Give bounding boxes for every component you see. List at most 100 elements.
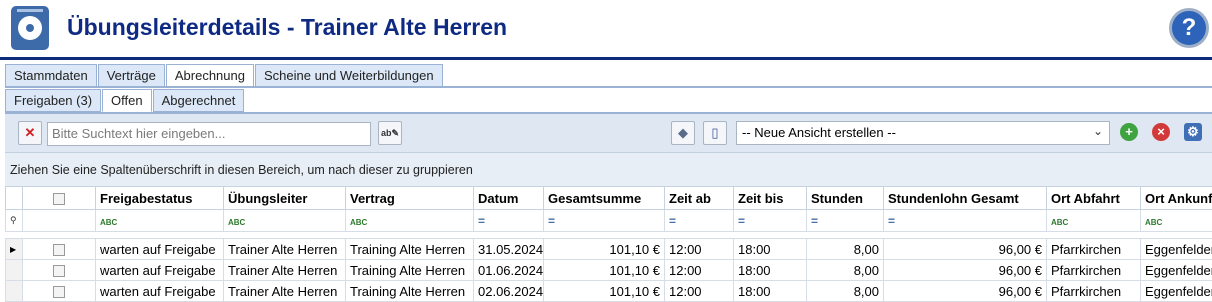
filter-row: ⚲ ABC ABC ABC = = = = = = ABC ABC bbox=[6, 210, 1212, 232]
col-ort-abfahrt[interactable]: Ort Abfahrt bbox=[1047, 187, 1141, 210]
cell-leiter: Trainer Alte Herren bbox=[224, 260, 346, 281]
filter-equals-icon: = bbox=[669, 214, 676, 228]
cell-status: warten auf Freigabe bbox=[96, 281, 224, 302]
col-stundenlohn[interactable]: Stundenlohn Gesamt bbox=[884, 187, 1047, 210]
cell-stunden: 8,00 bbox=[807, 239, 884, 260]
filter-cell[interactable]: = bbox=[807, 210, 884, 232]
add-icon[interactable]: + bbox=[1120, 123, 1138, 141]
cell-abfahrt: Pfarrkirchen bbox=[1047, 281, 1141, 302]
settings-icon[interactable]: ⚙ bbox=[1184, 123, 1202, 141]
tab-divider bbox=[5, 86, 1212, 88]
col-zeit-ab[interactable]: Zeit ab bbox=[665, 187, 734, 210]
spellcheck-icon[interactable]: ab✎ bbox=[378, 121, 402, 145]
current-row-arrow-icon: ▶ bbox=[6, 239, 23, 260]
row-checkbox[interactable] bbox=[23, 281, 96, 302]
row-indicator bbox=[6, 281, 23, 302]
col-uebungsleiter[interactable]: Übungsleiter bbox=[224, 187, 346, 210]
chevron-down-icon: ⌄ bbox=[1093, 124, 1103, 138]
tab-abgerechnet[interactable]: Abgerechnet bbox=[153, 89, 245, 112]
filter-abc-icon: ABC bbox=[1145, 218, 1162, 227]
filter-cell[interactable]: ABC bbox=[224, 210, 346, 232]
cell-ankunft: Eggenfelden bbox=[1141, 281, 1212, 302]
col-ort-ankunft[interactable]: Ort Ankunft bbox=[1141, 187, 1212, 210]
col-datum[interactable]: Datum bbox=[474, 187, 544, 210]
cell-ankunft: Eggenfelden bbox=[1141, 260, 1212, 281]
tab-scheine[interactable]: Scheine und Weiterbildungen bbox=[255, 64, 443, 87]
filter-abc-icon: ABC bbox=[1051, 218, 1068, 227]
spacer-row bbox=[6, 232, 1212, 239]
tab-stammdaten[interactable]: Stammdaten bbox=[5, 64, 97, 87]
cell-status: warten auf Freigabe bbox=[96, 260, 224, 281]
cell-summe: 101,10 € bbox=[544, 281, 665, 302]
filter-cell[interactable]: = bbox=[474, 210, 544, 232]
cell-zeit-bis: 18:00 bbox=[734, 239, 807, 260]
select-all-checkbox[interactable] bbox=[23, 187, 96, 210]
group-panel[interactable]: Ziehen Sie eine Spaltenüberschrift in di… bbox=[5, 152, 1212, 187]
filter-cell[interactable]: ABC bbox=[346, 210, 474, 232]
filter-cell[interactable]: = bbox=[734, 210, 807, 232]
tab-abrechnung[interactable]: Abrechnung bbox=[166, 64, 254, 87]
filter-equals-icon: = bbox=[738, 214, 745, 228]
cell-abfahrt: Pfarrkirchen bbox=[1047, 239, 1141, 260]
cell-datum: 01.06.2024 bbox=[474, 260, 544, 281]
data-grid: Freigabestatus Übungsleiter Vertrag Datu… bbox=[5, 186, 1212, 302]
filter-cell[interactable]: ABC bbox=[1141, 210, 1212, 232]
col-stunden[interactable]: Stunden bbox=[807, 187, 884, 210]
sub-tabs: Freigaben (3) Offen Abgerechnet bbox=[5, 89, 245, 111]
col-vertrag[interactable]: Vertrag bbox=[346, 187, 474, 210]
table-row[interactable]: ▶ warten auf Freigabe Trainer Alte Herre… bbox=[6, 239, 1212, 260]
filter-cell[interactable]: = bbox=[665, 210, 734, 232]
search-input[interactable]: Bitte Suchtext hier eingeben... bbox=[47, 122, 371, 146]
filter-equals-icon: = bbox=[888, 214, 895, 228]
cell-stunden: 8,00 bbox=[807, 281, 884, 302]
row-indicator-header bbox=[6, 187, 23, 210]
row-indicator bbox=[6, 260, 23, 281]
cell-datum: 02.06.2024 bbox=[474, 281, 544, 302]
tab-vertraege[interactable]: Verträge bbox=[98, 64, 165, 87]
cell-ankunft: Eggenfelden bbox=[1141, 239, 1212, 260]
row-checkbox[interactable] bbox=[23, 260, 96, 281]
clear-icon[interactable]: ✕ bbox=[18, 121, 42, 145]
cell-lohn: 96,00 € bbox=[884, 239, 1047, 260]
tab-offen[interactable]: Offen bbox=[102, 89, 152, 112]
col-gesamtsumme[interactable]: Gesamtsumme bbox=[544, 187, 665, 210]
row-checkbox[interactable] bbox=[23, 239, 96, 260]
table-row[interactable]: warten auf Freigabe Trainer Alte Herren … bbox=[6, 260, 1212, 281]
col-freigabestatus[interactable]: Freigabestatus bbox=[96, 187, 224, 210]
book-icon[interactable]: ▯ bbox=[703, 121, 727, 145]
cell-vertrag: Training Alte Herren bbox=[346, 260, 474, 281]
cell-zeit-bis: 18:00 bbox=[734, 281, 807, 302]
group-hint: Ziehen Sie eine Spaltenüberschrift in di… bbox=[10, 163, 473, 177]
filter-cell bbox=[23, 210, 96, 232]
cell-summe: 101,10 € bbox=[544, 260, 665, 281]
main-tabs: Stammdaten Verträge Abrechnung Scheine u… bbox=[5, 64, 444, 86]
cell-leiter: Trainer Alte Herren bbox=[224, 281, 346, 302]
filter-abc-icon: ABC bbox=[100, 218, 117, 227]
page-title: Übungsleiterdetails - Trainer Alte Herre… bbox=[67, 14, 507, 41]
filter-cell[interactable]: ABC bbox=[96, 210, 224, 232]
filter-pin-icon: ⚲ bbox=[6, 210, 23, 232]
view-select-value: -- Neue Ansicht erstellen -- bbox=[742, 125, 896, 140]
delete-icon[interactable]: × bbox=[1152, 123, 1170, 141]
help-icon[interactable]: ? bbox=[1169, 8, 1209, 48]
filter-equals-icon: = bbox=[478, 214, 485, 228]
filter-cell[interactable]: = bbox=[544, 210, 665, 232]
layers-icon[interactable]: ◆ bbox=[671, 121, 695, 145]
cell-zeit-ab: 12:00 bbox=[665, 239, 734, 260]
cell-lohn: 96,00 € bbox=[884, 281, 1047, 302]
view-select[interactable]: -- Neue Ansicht erstellen -- ⌄ bbox=[736, 121, 1110, 145]
filter-cell[interactable]: = bbox=[884, 210, 1047, 232]
filter-equals-icon: = bbox=[811, 214, 818, 228]
filter-abc-icon: ABC bbox=[350, 218, 367, 227]
search-placeholder: Bitte Suchtext hier eingeben... bbox=[52, 126, 225, 141]
filter-cell[interactable]: ABC bbox=[1047, 210, 1141, 232]
table-row[interactable]: warten auf Freigabe Trainer Alte Herren … bbox=[6, 281, 1212, 302]
cell-datum: 31.05.2024 bbox=[474, 239, 544, 260]
header-divider bbox=[0, 57, 1212, 60]
filter-abc-icon: ABC bbox=[228, 218, 245, 227]
filter-equals-icon: = bbox=[548, 214, 555, 228]
cell-vertrag: Training Alte Herren bbox=[346, 281, 474, 302]
cell-zeit-bis: 18:00 bbox=[734, 260, 807, 281]
tab-freigaben[interactable]: Freigaben (3) bbox=[5, 89, 101, 112]
col-zeit-bis[interactable]: Zeit bis bbox=[734, 187, 807, 210]
